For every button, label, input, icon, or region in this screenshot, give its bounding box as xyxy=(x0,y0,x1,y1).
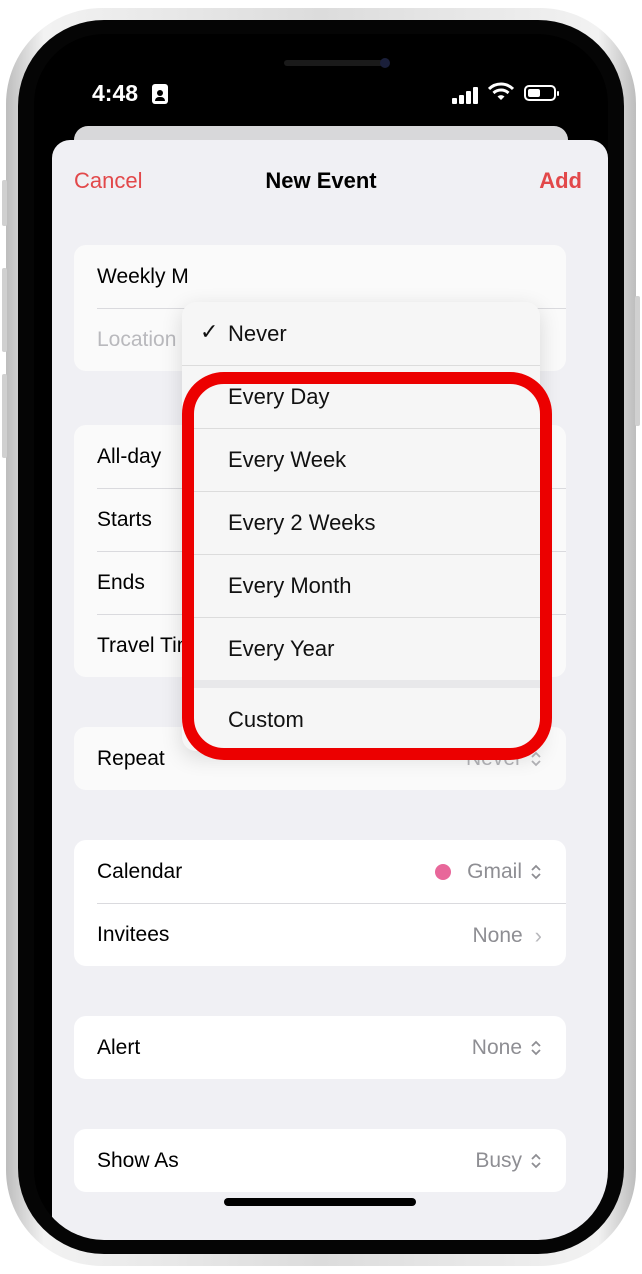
menu-item-every-month[interactable]: Every Month xyxy=(182,554,540,617)
add-button[interactable]: Add xyxy=(539,168,582,194)
new-event-sheet: Cancel New Event Add Weekly M Location A… xyxy=(52,140,608,1240)
signal-icon xyxy=(452,86,482,104)
speaker-grille xyxy=(284,60,384,66)
up-down-chevron-icon xyxy=(530,1153,542,1169)
calendar-color-dot xyxy=(435,864,452,880)
invitees-value[interactable]: None › xyxy=(472,923,542,949)
show-as-value-text: Busy xyxy=(475,1149,522,1172)
calendar-label: Calendar xyxy=(97,860,183,883)
menu-item-every-week[interactable]: Every Week xyxy=(182,428,540,491)
person-badge-icon xyxy=(152,84,168,104)
invitees-row[interactable]: Invitees None › xyxy=(74,903,566,966)
repeat-label: Repeat xyxy=(97,747,165,770)
menu-item-every-year[interactable]: Every Year xyxy=(182,617,540,680)
location-input[interactable]: Location xyxy=(97,328,176,352)
navigation-bar: Cancel New Event Add xyxy=(52,140,590,220)
side-button-mute xyxy=(2,180,7,226)
menu-item-every-2-weeks[interactable]: Every 2 Weeks xyxy=(182,491,540,554)
show-as-group: Show As Busy xyxy=(74,1129,566,1192)
calendar-group: Calendar Gmail Invitees None › xyxy=(74,840,566,966)
show-as-label: Show As xyxy=(97,1149,179,1172)
calendar-value-text: Gmail xyxy=(467,860,522,883)
up-down-chevron-icon xyxy=(530,751,542,767)
all-day-label: All-day xyxy=(97,445,162,468)
front-camera xyxy=(380,58,390,68)
up-down-chevron-icon xyxy=(530,1040,542,1056)
menu-item-label: Every Year xyxy=(228,636,335,661)
alert-row[interactable]: Alert None xyxy=(74,1016,566,1079)
status-time: 4:48 xyxy=(92,80,139,106)
home-indicator[interactable] xyxy=(224,1198,416,1206)
calendar-value[interactable]: Gmail xyxy=(435,860,542,884)
chevron-right-icon: › xyxy=(534,923,542,948)
phone-screen: 4:48 Cancel New Event Add Weekly M Locat… xyxy=(34,34,608,1240)
alert-value-text: None xyxy=(471,1036,522,1059)
cancel-button[interactable]: Cancel xyxy=(74,168,142,194)
menu-item-label: Never xyxy=(228,321,287,346)
alert-group: Alert None xyxy=(74,1016,566,1079)
menu-item-label: Every 2 Weeks xyxy=(228,510,376,535)
up-down-chevron-icon xyxy=(530,864,542,880)
menu-item-custom[interactable]: Custom xyxy=(182,688,540,751)
battery-icon xyxy=(524,85,559,101)
side-button-volume-up xyxy=(2,268,7,352)
menu-item-label: Every Day xyxy=(228,384,330,409)
menu-item-label: Every Month xyxy=(228,573,352,598)
alert-label: Alert xyxy=(97,1036,141,1059)
menu-item-every-day[interactable]: Every Day xyxy=(182,365,540,428)
menu-item-label: Every Week xyxy=(228,447,347,472)
alert-value[interactable]: None xyxy=(472,1036,542,1060)
title-field[interactable]: Weekly M xyxy=(74,245,566,308)
side-button-volume-down xyxy=(2,374,7,458)
menu-item-never[interactable]: ✓ Never xyxy=(182,302,540,365)
ends-label: Ends xyxy=(97,571,145,594)
show-as-value[interactable]: Busy xyxy=(475,1149,542,1173)
menu-item-label: Custom xyxy=(228,707,304,732)
menu-separator xyxy=(182,680,540,688)
repeat-options-menu: ✓ Never Every Day Every Week Every 2 Wee… xyxy=(182,302,540,751)
status-bar: 4:48 xyxy=(34,80,608,110)
show-as-row[interactable]: Show As Busy xyxy=(74,1129,566,1192)
starts-label: Starts xyxy=(97,508,152,531)
invitees-value-text: None xyxy=(472,924,523,947)
invitees-label: Invitees xyxy=(97,923,170,946)
wifi-icon xyxy=(487,82,515,108)
calendar-row[interactable]: Calendar Gmail xyxy=(74,840,566,903)
title-input[interactable]: Weekly M xyxy=(97,265,189,289)
checkmark-icon: ✓ xyxy=(200,319,219,344)
side-button-power xyxy=(635,296,640,426)
